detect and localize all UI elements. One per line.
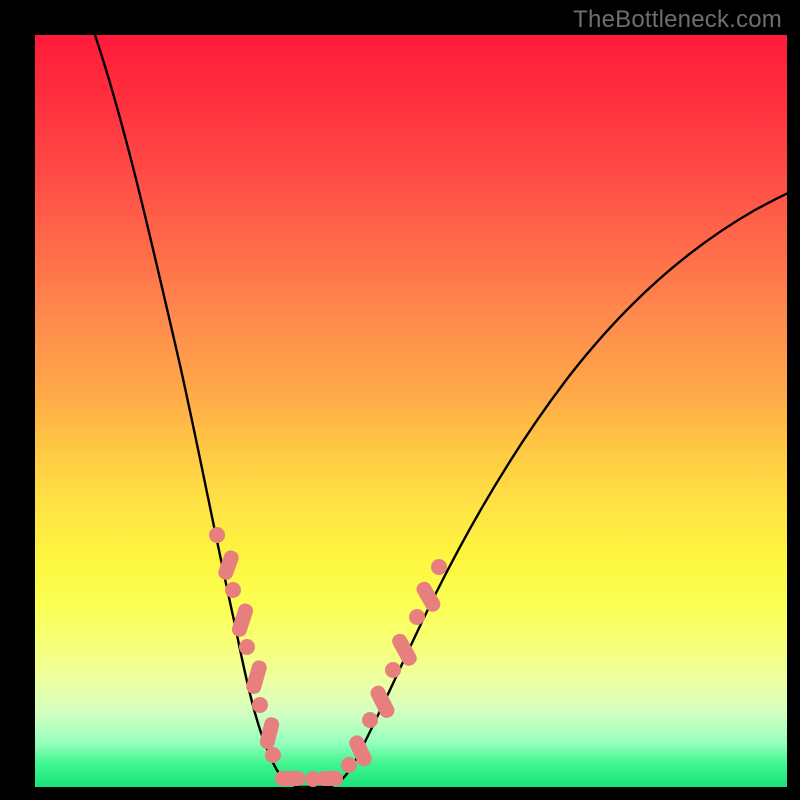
marker-band <box>209 527 447 787</box>
plot-area <box>35 35 787 787</box>
bottleneck-curve <box>95 35 787 787</box>
chart-frame: TheBottleneck.com <box>0 0 800 800</box>
curve-layer <box>35 35 787 787</box>
watermark-text: TheBottleneck.com <box>573 6 782 34</box>
